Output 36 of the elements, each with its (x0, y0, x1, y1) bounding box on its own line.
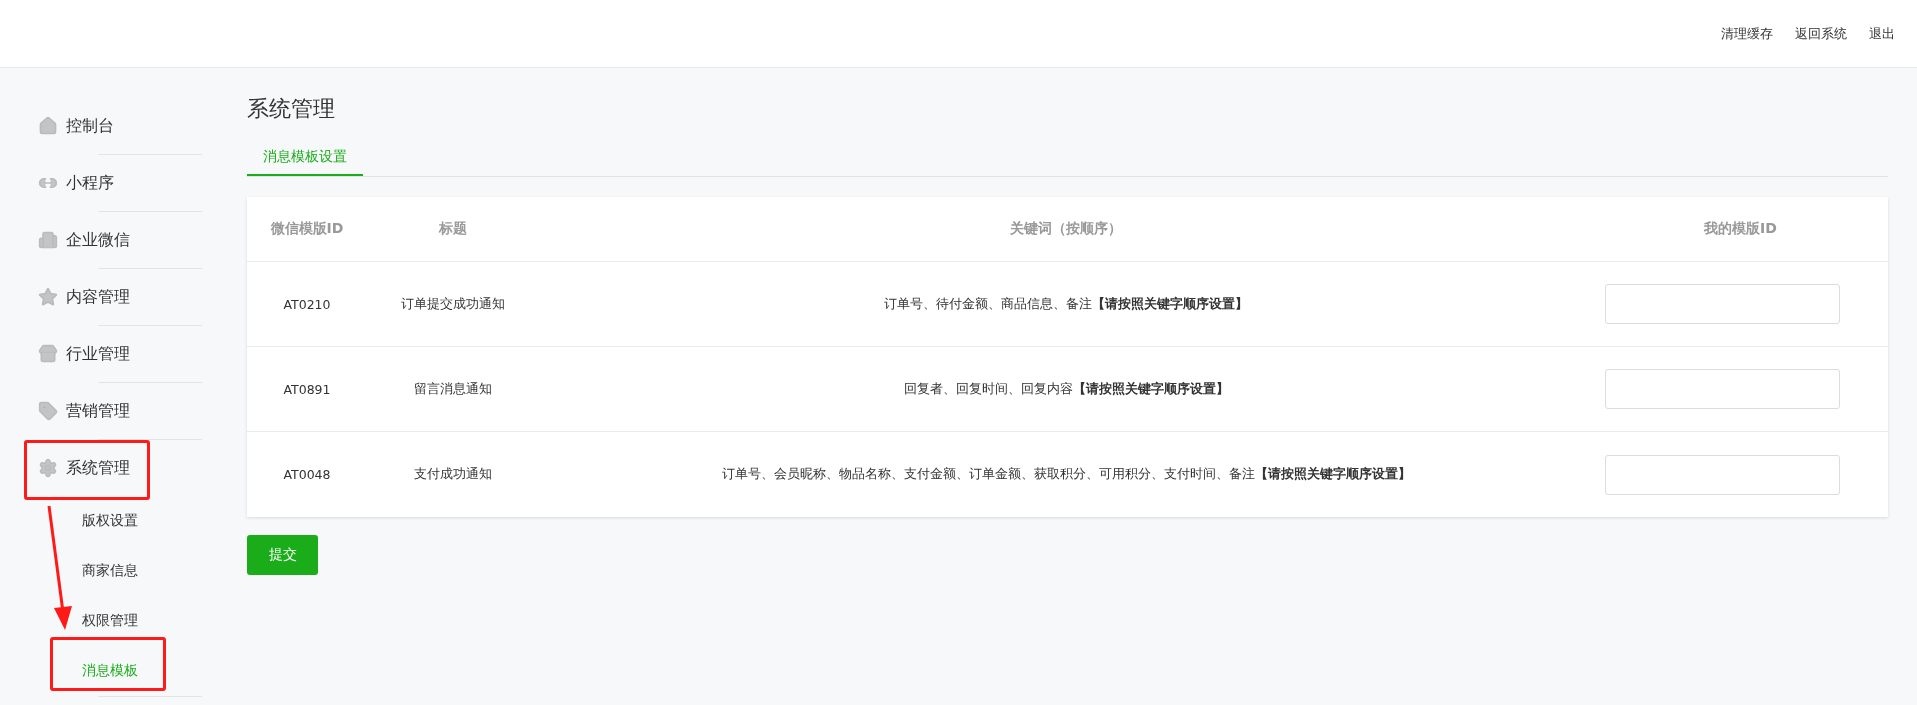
settings-icon (38, 458, 58, 478)
column-header: 标题 (367, 197, 539, 262)
sidebar-item[interactable]: 企业微信 (24, 212, 207, 268)
sidebar-item[interactable]: 小程序 (24, 155, 207, 211)
table-cell: 订单提交成功通知 (367, 262, 539, 347)
table-cell-text: AT0048 (282, 466, 332, 484)
table-cell: AT0210 (247, 262, 367, 347)
table-cell-text: 支付成功通知 (413, 465, 493, 483)
star-icon (38, 287, 58, 307)
store-icon (38, 344, 58, 364)
page-title: 系统管理 (247, 95, 336, 123)
table-cell: 订单号、待付金额、商品信息、备注【请按照关键字顺序设置】 (539, 262, 1593, 347)
building-icon (38, 230, 58, 250)
table-cell: 留言消息通知 (367, 347, 539, 432)
table-cell: AT0891 (247, 347, 367, 432)
input-field[interactable] (1605, 284, 1840, 324)
sidebar-item[interactable]: 系统管理 (24, 440, 207, 496)
sidebar-item[interactable]: 行业管理 (24, 326, 207, 382)
sidebar-item[interactable]: 内容管理 (24, 269, 207, 325)
home-icon (38, 116, 58, 136)
table-cell: 回复者、回复时间、回复内容【请按照关键字顺序设置】 (539, 347, 1593, 432)
header-link[interactable]: 退出 (1869, 24, 1895, 43)
header-link[interactable]: 清理缓存 (1721, 24, 1773, 43)
header-link[interactable]: 返回系统 (1795, 24, 1847, 43)
input-field[interactable] (1605, 369, 1840, 409)
sidebar-item[interactable]: 控制台 (24, 98, 207, 154)
column-header: 微信模版ID (247, 197, 367, 262)
column-header: 关键词（按顺序） (539, 197, 1593, 262)
input-field[interactable] (1605, 454, 1840, 495)
column-header: 我的模版ID (1593, 197, 1888, 262)
tag-icon (38, 401, 58, 421)
sidebar-item[interactable]: 营销管理 (24, 383, 207, 439)
sidebar-subitem[interactable]: 商家信息 (24, 546, 207, 596)
sidebar-subitem[interactable]: 版权设置 (24, 496, 207, 546)
table-cell-text: 订单号、会员昵称、物品名称、支付金额、订单金额、获取积分、可用积分、支付时间、备注【请按照关键字顺序设置】 (720, 465, 1412, 483)
sidebar-subitem[interactable]: 权限管理 (24, 596, 207, 646)
